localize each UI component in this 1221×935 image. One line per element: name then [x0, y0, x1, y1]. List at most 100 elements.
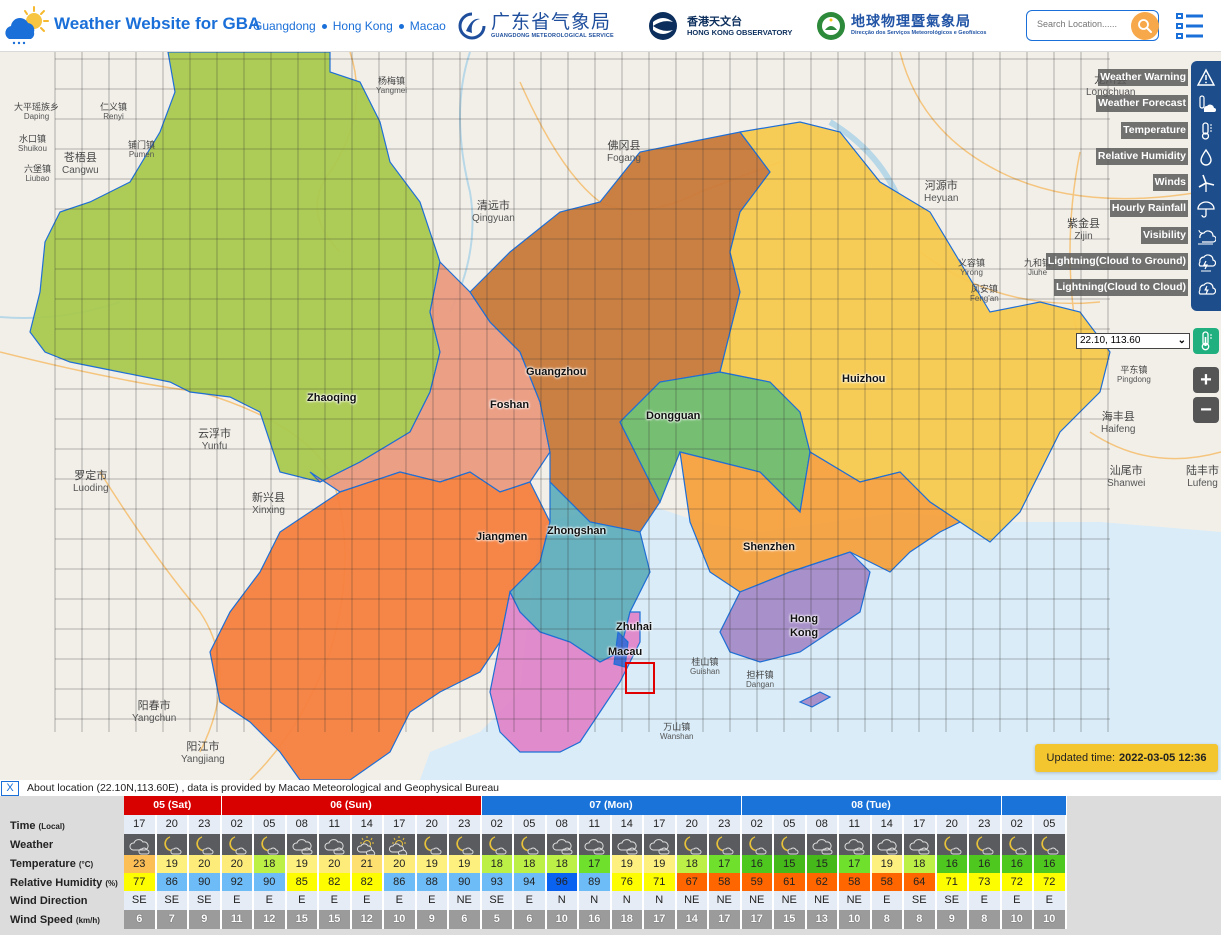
partner-logo-hko[interactable]: 香港天文台 HONG KONG OBSERVATORY — [647, 8, 792, 44]
weather-cell — [871, 834, 904, 855]
town-name-cn: 桂山镇 — [691, 657, 719, 667]
town-name-cn: 河源市 — [924, 180, 958, 192]
map-view[interactable]: 大平瑶族乡 Daping 仁义镇 Renyi 水口镇 Shuikou 苍梧县 Cangwu 六堡… — [0, 52, 1221, 780]
search-location-input[interactable] — [1037, 19, 1127, 29]
time-cell: 23 — [969, 815, 1002, 834]
wind-speed-cell: 5 — [481, 910, 514, 929]
temperature-point-button[interactable] — [1193, 328, 1219, 354]
zoom-out-button[interactable]: − — [1193, 397, 1219, 423]
temperature-cell: 18 — [514, 855, 547, 873]
layer-button-winds[interactable]: Winds — [1152, 170, 1221, 196]
humidity-cell: 58 — [839, 873, 872, 891]
weather-night-cloudy-icon — [1009, 836, 1027, 854]
layer-button-lightning-cloud-to-cloud[interactable]: Lightning(Cloud to Cloud) — [1053, 275, 1221, 301]
updated-time-label: Updated time: — [1046, 752, 1115, 764]
fog-icon — [1198, 229, 1216, 245]
time-cell: 17 — [904, 815, 937, 834]
wind-direction-cell: N — [644, 891, 677, 910]
wind-direction-cell: E — [514, 891, 547, 910]
wind-direction-cell: E — [351, 891, 384, 910]
wind-speed-cell: 15 — [774, 910, 807, 929]
weather-cell — [676, 834, 709, 855]
city-label-macau: Macau — [608, 646, 643, 658]
humidity-cell: 89 — [579, 873, 612, 891]
layer-button-temperature[interactable]: Temperature — [1121, 118, 1221, 144]
layer-label[interactable]: Visibility — [1141, 227, 1188, 244]
layer-label[interactable]: Winds — [1152, 174, 1188, 191]
temperature-cell: 19 — [416, 855, 449, 873]
wind-direction-cell: NE — [449, 891, 482, 910]
weather-cloudy-icon — [617, 838, 638, 854]
town-name-en: Renyi — [103, 112, 124, 122]
city-label-hong-kong: Hong Kong — [789, 613, 819, 639]
layer-button-weather-warning[interactable]: Weather Warning — [1098, 65, 1221, 91]
town-label: 大平瑶族乡 Daping — [14, 102, 59, 122]
region-guangdong[interactable]: Guangdong — [253, 19, 316, 33]
search-button[interactable] — [1131, 12, 1159, 40]
layer-button-lightning-cloud-to-ground[interactable]: Lightning(Cloud to Ground) — [1045, 249, 1221, 275]
zoom-in-button[interactable]: + — [1193, 367, 1219, 393]
row-label-weather: Weather — [10, 839, 54, 851]
town-label: 万山镇 Wanshan — [660, 722, 694, 742]
layer-button-visibility[interactable]: Visibility — [1141, 223, 1221, 249]
town-name-en: Cangwu — [62, 164, 99, 176]
menu-list-icon[interactable] — [1175, 11, 1205, 41]
layer-label[interactable]: Lightning(Cloud to Ground) — [1045, 253, 1188, 270]
town-label: 佛冈县 Fogang — [607, 140, 641, 164]
humidity-cell: 62 — [806, 873, 839, 891]
wind-speed-cell: 16 — [579, 910, 612, 929]
town-label: 铺门镇 Pumen — [128, 140, 155, 160]
weather-cloudy-icon — [909, 838, 930, 854]
layer-label[interactable]: Hourly Rainfall — [1109, 200, 1188, 217]
temperature-cell: 18 — [481, 855, 514, 873]
day-header: 07 (Mon) — [481, 796, 742, 815]
time-cell: 11 — [839, 815, 872, 834]
town-name-cn: 凤安镇 — [970, 284, 998, 294]
wind-direction-cell: NE — [676, 891, 709, 910]
time-cell: 14 — [351, 815, 384, 834]
layer-label[interactable]: Relative Humidity — [1095, 148, 1188, 165]
forecast-grid-cells[interactable]: 05 (Sat) 06 (Sun) 07 (Mon) 08 (Tue) 17 23 77 SE… — [124, 796, 1221, 935]
town-name-en: Yangjiang — [181, 753, 225, 765]
temperature-cell: 19 — [449, 855, 482, 873]
weather-cell — [156, 834, 189, 855]
weather-night-cloudy-icon — [749, 836, 767, 854]
day-header — [1001, 796, 1067, 815]
region-hong-kong[interactable]: Hong Kong — [333, 19, 393, 33]
close-forecast-button[interactable]: X — [1, 781, 19, 796]
dot-separator — [398, 23, 404, 29]
wind-direction-cell: SE — [481, 891, 514, 910]
humidity-cell: 96 — [546, 873, 579, 891]
weather-cloudy-icon — [129, 838, 150, 854]
layer-label[interactable]: Lightning(Cloud to Cloud) — [1053, 279, 1188, 296]
weather-cell — [936, 834, 969, 855]
time-cell: 17 — [384, 815, 417, 834]
partner-logo-smg[interactable]: 地球物理暨氣象局 Direcção dos Serviços Meteoroló… — [815, 8, 986, 44]
humidity-cell: 82 — [319, 873, 352, 891]
town-name-cn: 铺门镇 — [128, 140, 156, 150]
partner-name-en: HONG KONG OBSERVATORY — [687, 27, 793, 37]
layer-button-hourly-rainfall[interactable]: Hourly Rainfall — [1109, 196, 1221, 222]
partner-name-cn: 广东省气象局 — [491, 10, 612, 33]
weather-cell — [286, 834, 319, 855]
location-select[interactable]: 22.10, 113.60 ⌄ — [1076, 333, 1190, 349]
city-label-zhaoqing: Zhaoqing — [307, 392, 357, 404]
windmill-icon — [1198, 174, 1215, 192]
town-name-en: Shuikou — [18, 144, 47, 154]
town-label: 仁义镇 Renyi — [100, 102, 127, 122]
wind-direction-cell: SE — [124, 891, 157, 910]
partner-logo-guangdong[interactable]: 广东省气象局 GUANGDONG METEOROLOGICAL SERVICE — [457, 8, 614, 44]
weather-cloudy-icon — [649, 838, 670, 854]
wind-speed-cell: 8 — [969, 910, 1002, 929]
wind-direction-cell: E — [871, 891, 904, 910]
layer-label[interactable]: Weather Forecast — [1096, 95, 1188, 112]
time-cell: 23 — [449, 815, 482, 834]
layer-label[interactable]: Weather Warning — [1098, 69, 1188, 86]
layer-button-relative-humidity[interactable]: Relative Humidity — [1095, 144, 1221, 170]
region-macao[interactable]: Macao — [410, 19, 446, 33]
layer-label[interactable]: Temperature — [1121, 122, 1188, 139]
temperature-cell: 19 — [871, 855, 904, 873]
layer-button-weather-forecast[interactable]: Weather Forecast — [1096, 91, 1221, 117]
weather-night-cloudy-icon — [1041, 836, 1059, 854]
time-cell: 05 — [514, 815, 547, 834]
